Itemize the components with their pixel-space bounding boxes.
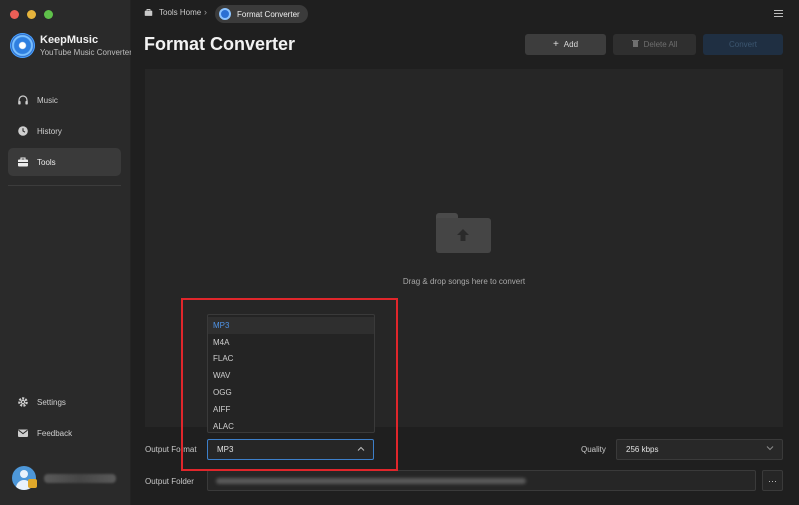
sidebar-item-label: Music — [37, 95, 58, 105]
output-folder-field[interactable] — [207, 470, 756, 491]
sidebar-item-label: Tools — [37, 157, 56, 167]
sidebar: KeepMusic YouTube Music Converter Music … — [0, 0, 132, 505]
breadcrumb-home-label: Tools Home — [159, 8, 202, 17]
upload-folder-icon — [436, 213, 491, 253]
sidebar-item-tools[interactable]: Tools — [8, 148, 121, 176]
user-name-redacted — [44, 473, 116, 483]
chevron-right-icon: › — [204, 7, 207, 17]
sidebar-item-history[interactable]: History — [8, 117, 121, 145]
sidebar-item-label: History — [37, 126, 62, 136]
app-brand: KeepMusic YouTube Music Converter — [10, 33, 132, 58]
format-converter-icon — [219, 8, 231, 20]
clock-icon — [17, 125, 29, 137]
toolbox-icon — [17, 156, 29, 168]
menu-icon[interactable] — [774, 10, 783, 19]
sidebar-item-label: Settings — [37, 397, 66, 407]
maximize-window-button[interactable] — [44, 10, 53, 19]
sidebar-item-settings[interactable]: Settings — [8, 388, 121, 416]
app-subtitle: YouTube Music Converter — [40, 47, 132, 57]
gear-icon — [17, 396, 29, 408]
browse-folder-button[interactable]: ··· — [762, 470, 783, 491]
premium-badge-icon — [28, 479, 37, 488]
delete-all-button-label: Delete All — [643, 40, 678, 49]
sidebar-bottom-nav: Settings Feedback — [8, 388, 121, 450]
sidebar-item-label: Feedback — [37, 428, 73, 438]
annotation-highlight-box — [181, 298, 398, 471]
drop-zone-hint: Drag & drop songs here to convert — [402, 277, 526, 286]
quality-select[interactable]: 256 kbps — [616, 439, 783, 460]
page-title: Format Converter — [144, 34, 296, 54]
sidebar-item-feedback[interactable]: Feedback — [8, 419, 121, 447]
sidebar-nav: Music History Tools — [8, 86, 121, 179]
mail-icon — [17, 427, 29, 439]
quality-value: 256 kbps — [626, 445, 659, 454]
quality-label: Quality — [581, 445, 606, 454]
add-button[interactable]: + Add — [525, 34, 606, 55]
output-folder-path-redacted — [216, 477, 526, 484]
main-panel: Tools Home › Format Converter Format Con… — [131, 0, 799, 505]
plus-icon: + — [552, 39, 559, 50]
trash-icon — [631, 39, 639, 50]
convert-button-label: Convert — [728, 40, 757, 49]
toolbox-icon — [144, 8, 153, 17]
chevron-down-icon — [766, 444, 774, 454]
convert-button[interactable]: Convert — [703, 34, 783, 55]
breadcrumb-home[interactable]: Tools Home — [144, 8, 201, 17]
app-name: KeepMusic — [40, 33, 99, 46]
minimize-window-button[interactable] — [27, 10, 36, 19]
output-folder-label: Output Folder — [145, 477, 194, 486]
topbar: Tools Home › Format Converter — [131, 4, 799, 24]
app-window: KeepMusic YouTube Music Converter Music … — [0, 0, 799, 505]
close-window-button[interactable] — [10, 10, 19, 19]
delete-all-button[interactable]: Delete All — [613, 34, 696, 55]
headphones-icon — [17, 94, 29, 106]
window-controls — [10, 10, 53, 19]
sidebar-divider — [8, 185, 121, 186]
sidebar-item-music[interactable]: Music — [8, 86, 121, 114]
breadcrumb-current-label: Format Converter — [237, 9, 300, 19]
breadcrumb-current: Format Converter — [215, 5, 308, 23]
app-logo-icon — [10, 33, 35, 58]
add-button-label: Add — [563, 40, 579, 49]
